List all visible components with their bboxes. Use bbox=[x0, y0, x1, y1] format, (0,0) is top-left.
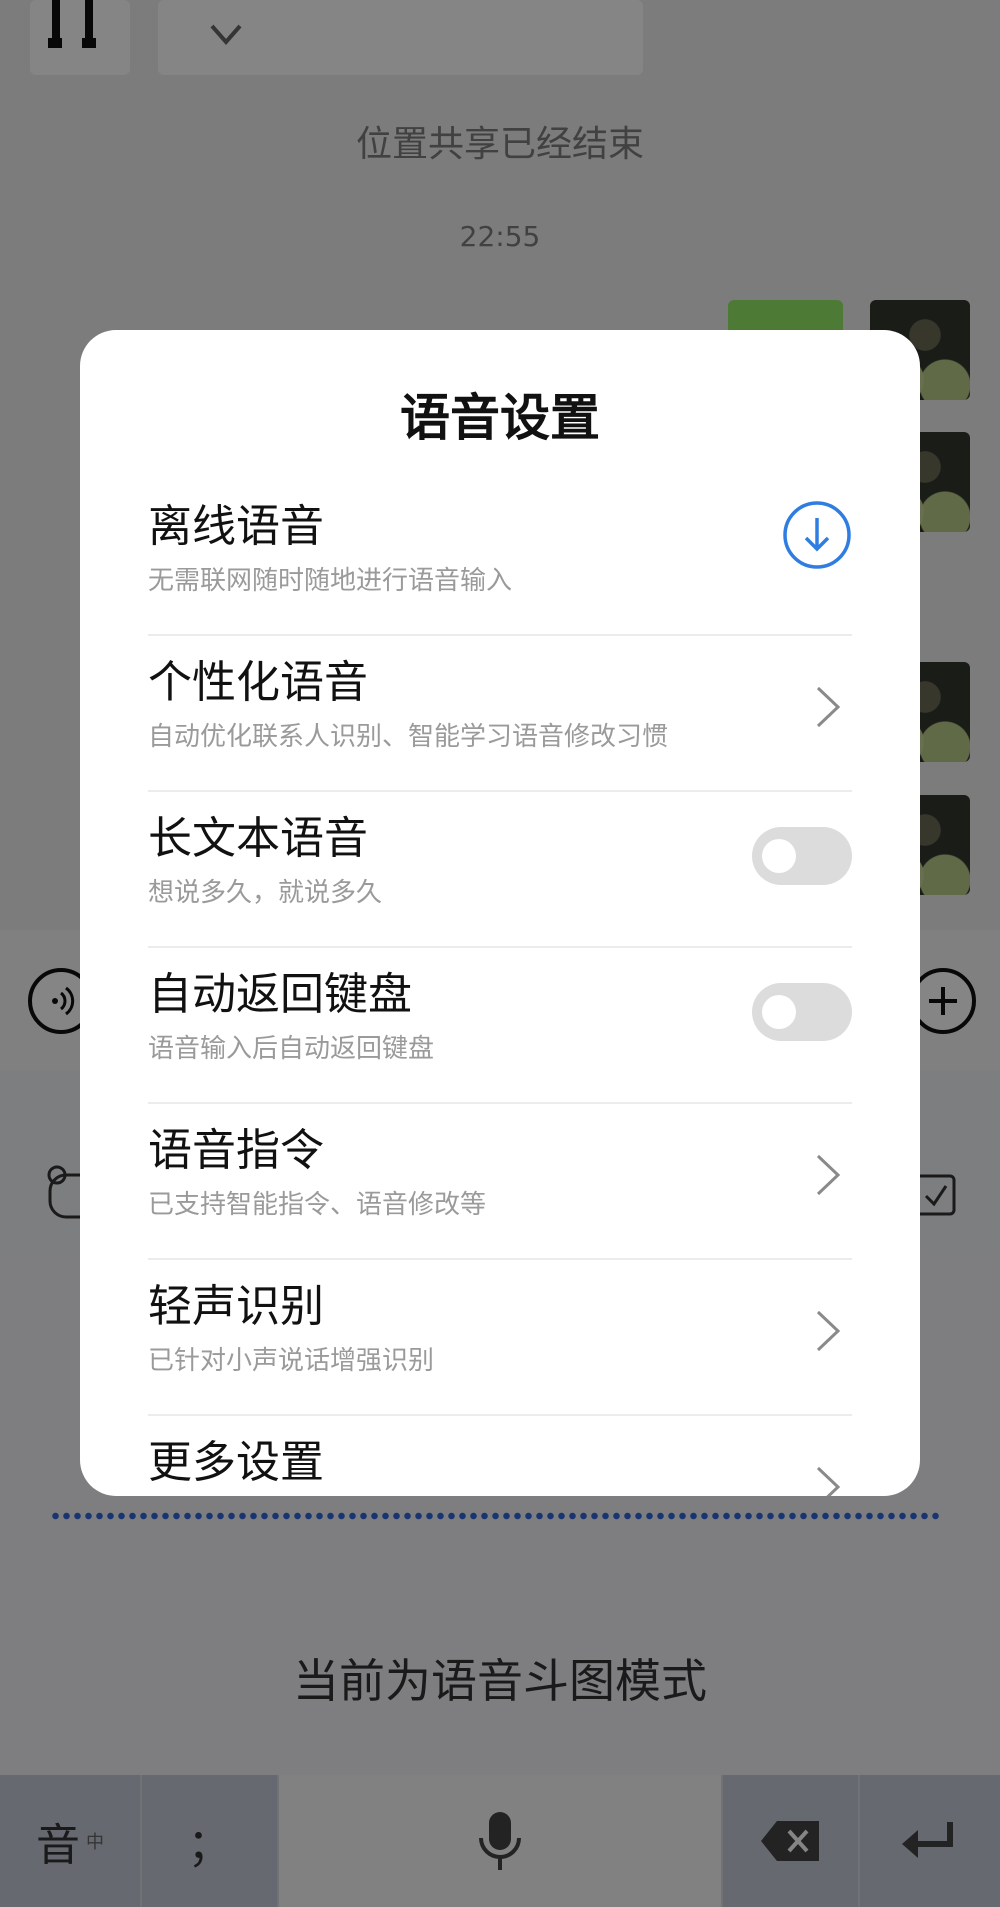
setting-subtitle: 自动优化联系人识别、智能学习语音修改习惯 bbox=[148, 722, 669, 752]
setting-subtitle: 语音输入后自动返回键盘 bbox=[148, 1034, 435, 1064]
setting-label: 自动返回键盘 bbox=[148, 969, 412, 1020]
setting-auto-return-keyboard[interactable]: 自动返回键盘 语音输入后自动返回键盘 bbox=[148, 948, 852, 1104]
chevron-right-icon bbox=[816, 1310, 841, 1352]
setting-subtitle: 已支持智能指令、语音修改等 bbox=[148, 1190, 487, 1220]
chevron-right-icon bbox=[816, 1466, 841, 1496]
chevron-right-icon bbox=[816, 1154, 841, 1196]
setting-label: 离线语音 bbox=[148, 501, 324, 552]
setting-label: 长文本语音 bbox=[148, 813, 368, 864]
long-text-toggle[interactable] bbox=[752, 827, 852, 885]
setting-label: 个性化语音 bbox=[148, 657, 368, 708]
chevron-right-icon bbox=[816, 686, 841, 728]
setting-long-text-voice[interactable]: 长文本语音 想说多久，就说多久 bbox=[148, 792, 852, 948]
dialog-title: 语音设置 bbox=[400, 389, 600, 447]
setting-label: 更多设置 bbox=[148, 1437, 324, 1488]
setting-voice-commands[interactable]: 语音指令 已支持智能指令、语音修改等 bbox=[148, 1104, 852, 1260]
setting-label: 语音指令 bbox=[148, 1125, 324, 1176]
setting-label: 轻声识别 bbox=[148, 1281, 324, 1332]
setting-offline-voice[interactable]: 离线语音 无需联网随时随地进行语音输入 bbox=[148, 480, 852, 636]
toggle-knob bbox=[762, 839, 796, 873]
setting-more-settings[interactable]: 更多设置 bbox=[148, 1416, 852, 1496]
auto-return-toggle[interactable] bbox=[752, 983, 852, 1041]
setting-subtitle: 无需联网随时随地进行语音输入 bbox=[148, 566, 513, 596]
setting-personalized-voice[interactable]: 个性化语音 自动优化联系人识别、智能学习语音修改习惯 bbox=[148, 636, 852, 792]
setting-whisper-recognition[interactable]: 轻声识别 已针对小声说话增强识别 bbox=[148, 1260, 852, 1416]
setting-subtitle: 想说多久，就说多久 bbox=[148, 878, 383, 908]
toggle-knob bbox=[762, 995, 796, 1029]
download-icon[interactable] bbox=[782, 500, 852, 570]
setting-subtitle: 已针对小声说话增强识别 bbox=[148, 1346, 435, 1376]
voice-settings-dialog: 语音设置 离线语音 无需联网随时随地进行语音输入 个性化语音 自动优化联系人识别… bbox=[80, 330, 920, 1496]
